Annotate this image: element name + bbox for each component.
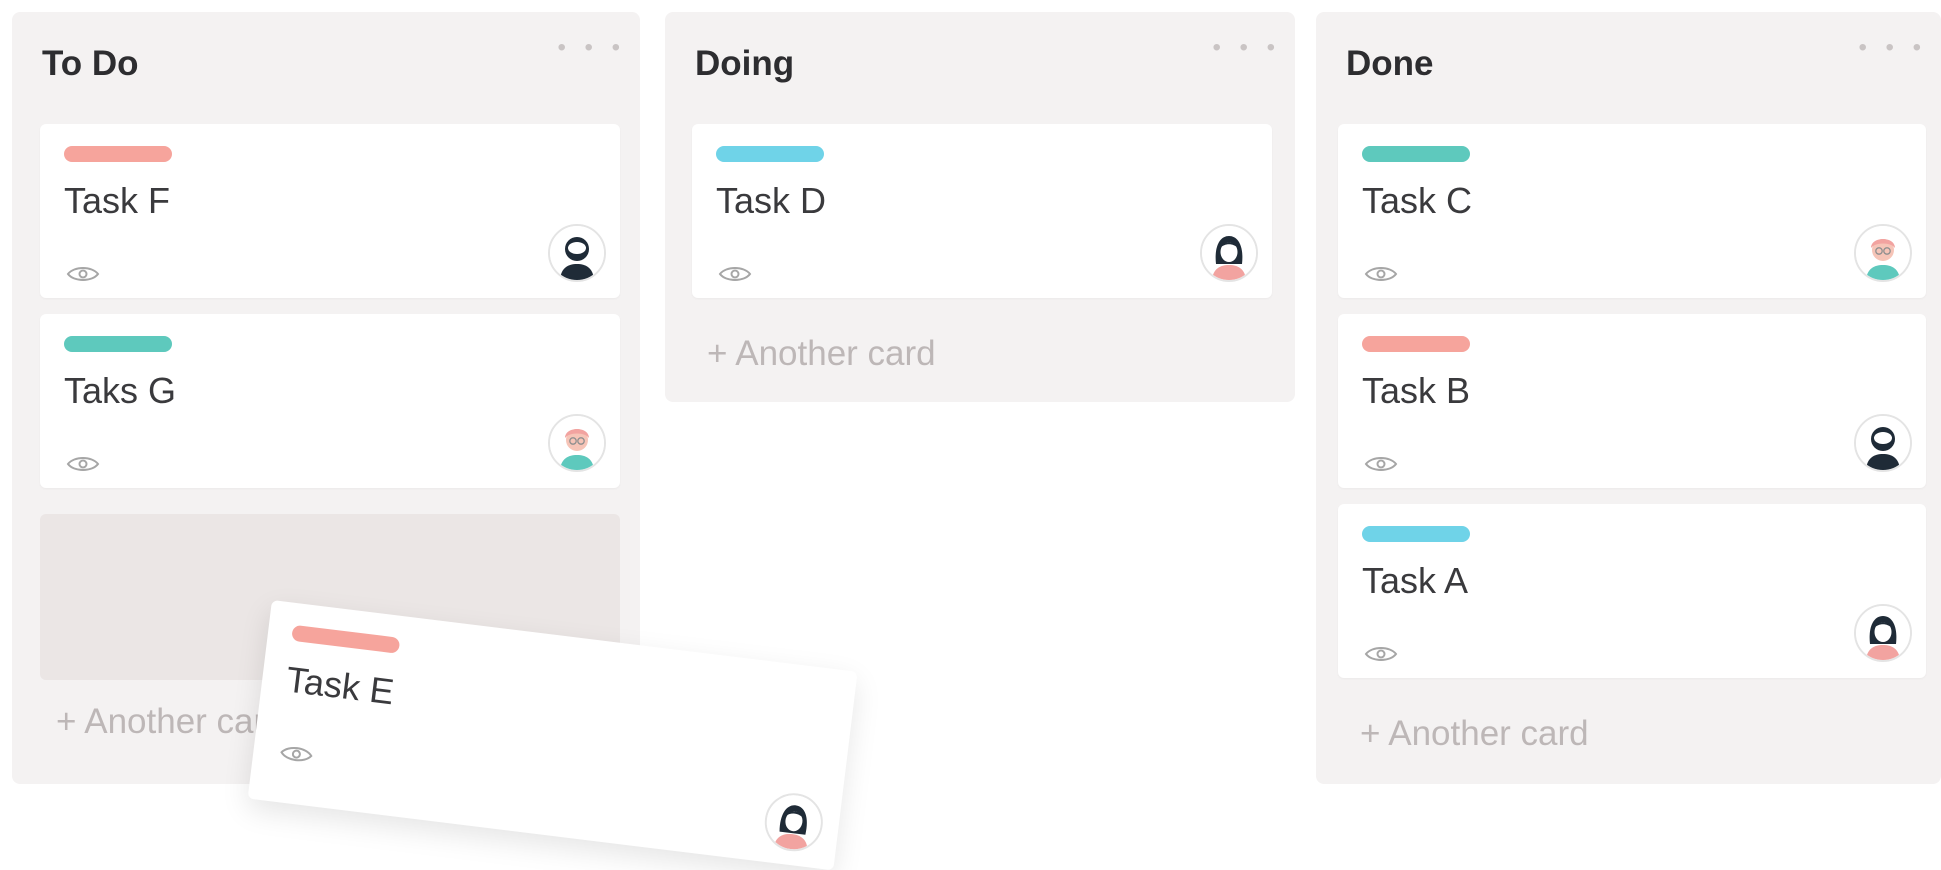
card-taks-g[interactable]: Taks G bbox=[40, 314, 620, 488]
add-card-button[interactable]: + Another card bbox=[56, 702, 285, 742]
avatar-bearded-man[interactable] bbox=[1854, 414, 1912, 472]
eye-icon bbox=[1365, 267, 1397, 281]
card-task-f[interactable]: Task F bbox=[40, 124, 620, 298]
card-title: Taks G bbox=[64, 370, 177, 411]
card-title: Task F bbox=[64, 180, 171, 221]
add-card-button[interactable]: + Another card bbox=[707, 334, 936, 374]
avatar-woman-dark-hair[interactable] bbox=[1200, 224, 1258, 282]
card-title: Task E bbox=[283, 658, 397, 713]
avatar-woman-dark-hair[interactable] bbox=[761, 789, 827, 855]
column-menu-button[interactable]: • • • bbox=[1212, 36, 1281, 60]
column-menu-button[interactable]: • • • bbox=[1858, 36, 1927, 60]
eye-icon bbox=[279, 745, 314, 763]
avatar-bearded-man[interactable] bbox=[548, 224, 606, 282]
card-task-e-dragging[interactable]: Task E bbox=[247, 600, 858, 870]
card-title: Task C bbox=[1362, 180, 1473, 221]
column-doing: Doing • • • Task D + Another card bbox=[665, 12, 1295, 402]
column-title: To Do bbox=[42, 44, 139, 83]
card-label bbox=[64, 336, 172, 352]
avatar-elderly-woman-glasses[interactable] bbox=[1854, 224, 1912, 282]
eye-icon bbox=[67, 267, 99, 281]
avatar-woman-dark-hair[interactable] bbox=[1854, 604, 1912, 662]
column-menu-button[interactable]: • • • bbox=[557, 36, 626, 60]
card-task-d[interactable]: Task D bbox=[692, 124, 1272, 298]
card-label bbox=[1362, 336, 1470, 352]
avatar-elderly-woman-glasses[interactable] bbox=[548, 414, 606, 472]
card-task-c[interactable]: Task C bbox=[1338, 124, 1926, 298]
card-label bbox=[1362, 526, 1470, 542]
column-title: Done bbox=[1346, 44, 1434, 83]
card-task-a[interactable]: Task A bbox=[1338, 504, 1926, 678]
card-label bbox=[64, 146, 172, 162]
eye-icon bbox=[1365, 457, 1397, 471]
card-label bbox=[1362, 146, 1470, 162]
eye-icon bbox=[67, 457, 99, 471]
card-task-b[interactable]: Task B bbox=[1338, 314, 1926, 488]
card-title: Task B bbox=[1362, 370, 1471, 411]
card-title: Task D bbox=[716, 180, 827, 221]
card-label bbox=[716, 146, 824, 162]
eye-icon bbox=[719, 267, 751, 281]
card-title: Task A bbox=[1362, 560, 1469, 601]
eye-icon bbox=[1365, 647, 1397, 661]
card-label bbox=[291, 624, 401, 654]
add-card-button[interactable]: + Another card bbox=[1360, 714, 1589, 754]
column-title: Doing bbox=[695, 44, 795, 83]
column-done: Done • • • Task C Task B Task A + Anothe… bbox=[1316, 12, 1941, 784]
